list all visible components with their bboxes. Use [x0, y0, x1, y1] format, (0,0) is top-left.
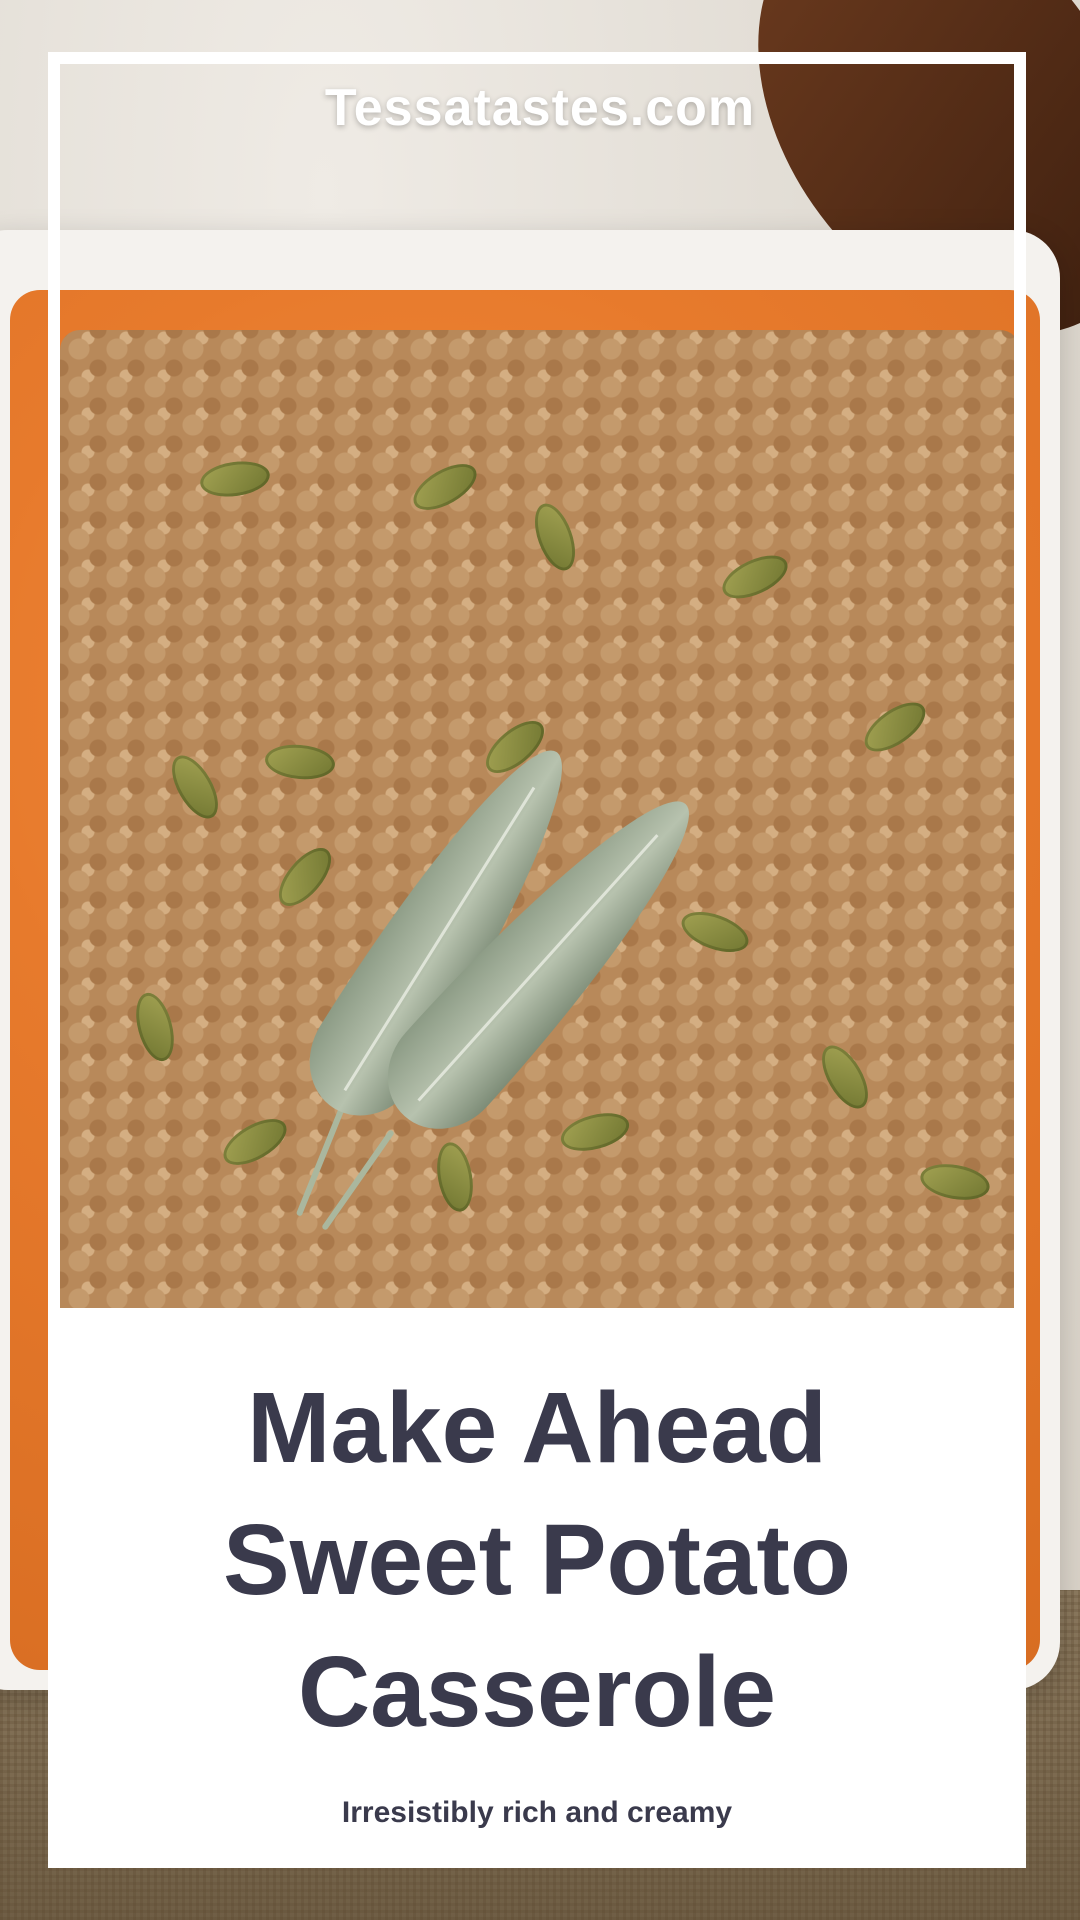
recipe-title: Make Ahead Sweet Potato Casserole	[48, 1308, 1026, 1758]
site-name: Tessatastes.com	[324, 79, 756, 137]
title-panel: Make Ahead Sweet Potato Casserole Irresi…	[48, 1308, 1026, 1868]
title-line: Casserole	[297, 1636, 777, 1748]
recipe-tagline: Irresistibly rich and creamy	[341, 1796, 733, 1829]
title-line: Sweet Potato	[223, 1504, 851, 1616]
title-line: Make Ahead	[247, 1372, 827, 1484]
